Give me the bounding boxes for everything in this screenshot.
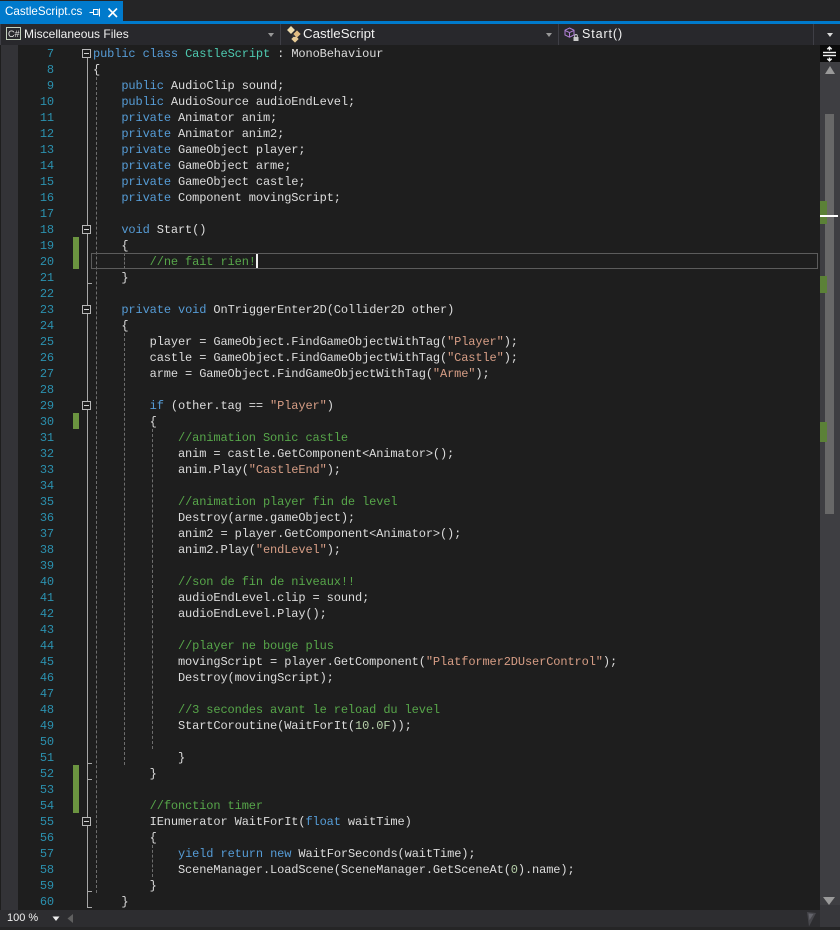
svg-text:C#: C# (8, 29, 20, 39)
